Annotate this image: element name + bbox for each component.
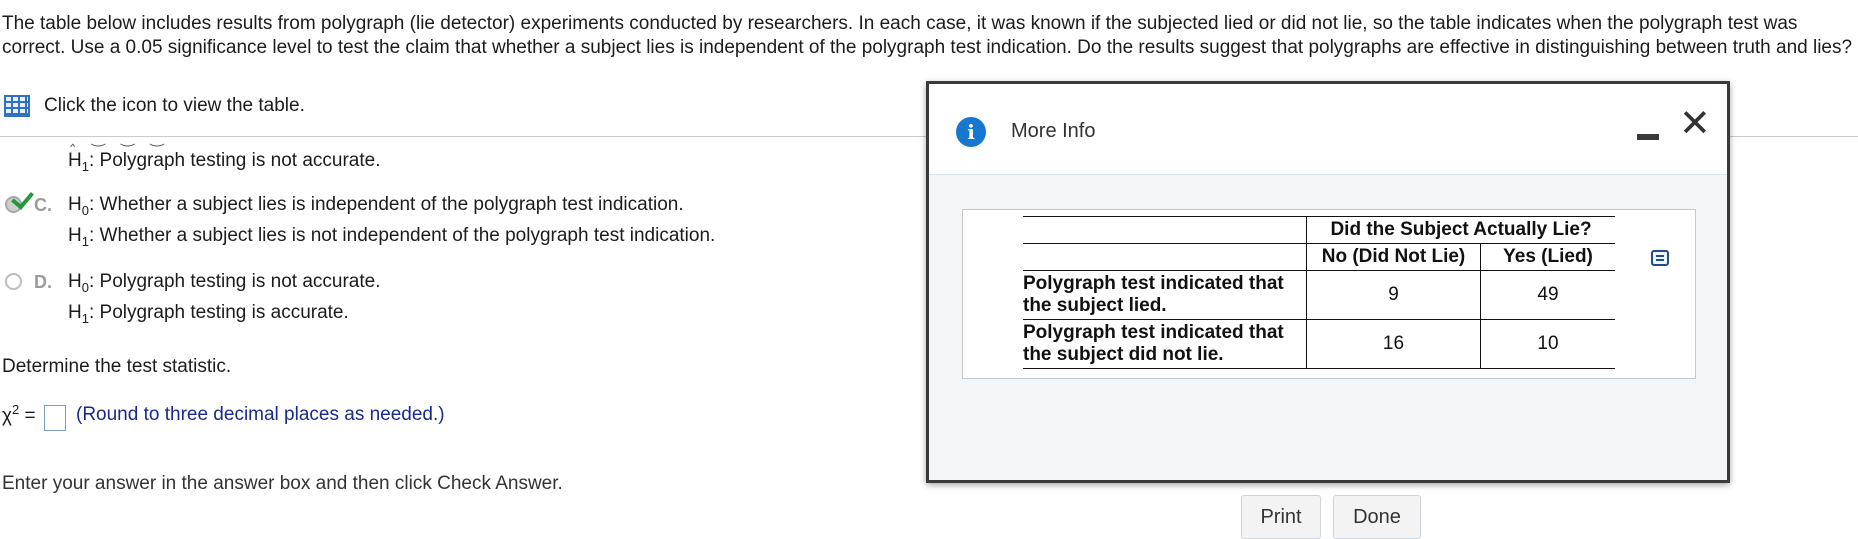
chi-square-answer-input[interactable] bbox=[44, 405, 66, 431]
rounding-hint: (Round to three decimal places as needed… bbox=[76, 404, 445, 425]
option-d-letter: D. bbox=[34, 272, 52, 292]
option-d-h0[interactable]: H0: Polygraph testing is not accurate. bbox=[68, 271, 380, 295]
option-d-h1[interactable]: H1: Polygraph testing is accurate. bbox=[68, 302, 349, 326]
table-cell: 9 bbox=[1306, 270, 1481, 320]
table-cell: 49 bbox=[1480, 270, 1615, 320]
clipped-option-text: ‸ ‿ ‿ ‿ bbox=[70, 130, 170, 147]
table-cell: 10 bbox=[1480, 319, 1615, 369]
group-header: Did the Subject Actually Lie? bbox=[1306, 216, 1615, 244]
dialog-title: More Info bbox=[1011, 120, 1096, 142]
minimize-button[interactable] bbox=[1637, 126, 1659, 140]
dialog-header: i More Info ✕ bbox=[929, 84, 1727, 175]
table-icon[interactable] bbox=[4, 95, 30, 117]
contingency-table: Did the Subject Actually Lie? No (Did No… bbox=[1023, 216, 1615, 369]
view-table-link[interactable]: Click the icon to view the table. bbox=[4, 93, 305, 119]
table-frame: Did the Subject Actually Lie? No (Did No… bbox=[962, 209, 1696, 379]
dialog-body: Did the Subject Actually Lie? No (Did No… bbox=[929, 175, 1727, 539]
column-header-yes: Yes (Lied) bbox=[1480, 243, 1615, 271]
option-d-radio[interactable] bbox=[5, 273, 22, 290]
instruction-footer: Enter your answer in the answer box and … bbox=[2, 473, 563, 494]
info-icon: i bbox=[956, 117, 986, 147]
option-c-letter: C. bbox=[34, 195, 52, 215]
table-cell: 16 bbox=[1306, 319, 1481, 369]
option-c-h0[interactable]: H0: Whether a subject lies is independen… bbox=[68, 194, 684, 218]
chi-square-label: χ2 = bbox=[2, 402, 36, 427]
print-button[interactable]: Print bbox=[1241, 495, 1321, 539]
option-b-h1: H1: Polygraph testing is not accurate. bbox=[68, 150, 381, 174]
close-button[interactable]: ✕ bbox=[1679, 104, 1711, 144]
row-label: Polygraph test indicated that the subjec… bbox=[1023, 270, 1307, 320]
more-info-dialog: i More Info ✕ Did the Subject Actually L… bbox=[926, 81, 1730, 539]
view-table-label: Click the icon to view the table. bbox=[44, 95, 305, 116]
option-c-h1[interactable]: H1: Whether a subject lies is not indepe… bbox=[68, 225, 715, 249]
done-button[interactable]: Done bbox=[1333, 495, 1421, 539]
minimize-icon bbox=[1637, 134, 1659, 140]
question-text: The table below includes results from po… bbox=[2, 13, 1853, 58]
copy-table-icon[interactable] bbox=[1651, 250, 1669, 266]
row-label: Polygraph test indicated that the subjec… bbox=[1023, 319, 1307, 369]
test-statistic-prompt: Determine the test statistic. bbox=[2, 356, 232, 377]
column-header-no: No (Did Not Lie) bbox=[1306, 243, 1481, 271]
